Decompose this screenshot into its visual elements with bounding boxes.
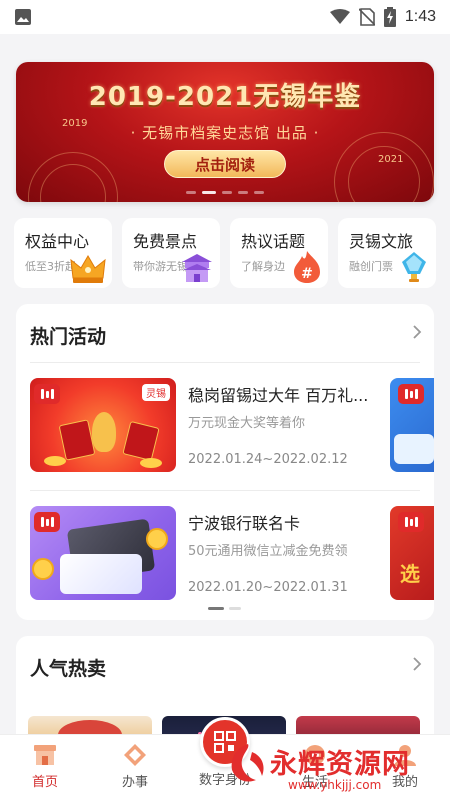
- activity-date-range: 2022.01.20~2022.01.31: [188, 580, 348, 595]
- svg-text:#: #: [301, 266, 313, 282]
- app-badge-icon: [398, 512, 424, 532]
- banner-dot[interactable]: [238, 191, 248, 194]
- red-envelope-icon: [58, 419, 96, 461]
- activity-card[interactable]: 宁波银行联名卡 50元通用微信立减金免费领 2022.01.20~2022.01…: [30, 506, 422, 602]
- activity-pagination: [208, 607, 241, 610]
- app-badge-icon: [34, 512, 60, 532]
- page-dot: [208, 607, 224, 610]
- read-now-button[interactable]: 点击阅读: [164, 150, 286, 178]
- activity-description: 50元通用微信立减金免费领: [188, 544, 348, 559]
- status-time: 1:43: [404, 8, 436, 25]
- banner-subtitle: · 无锡市档案史志馆 出品 ·: [130, 124, 320, 142]
- temple-icon: [180, 252, 214, 284]
- nav-home[interactable]: 首页: [0, 735, 90, 800]
- activity-card-peek[interactable]: 选: [390, 506, 434, 600]
- bank-card-icon: [60, 554, 142, 594]
- peek-text: 选: [400, 562, 420, 586]
- activity-title: 宁波银行联名卡: [188, 514, 301, 533]
- gold-ingot-icon: [140, 458, 162, 468]
- watermark-logo-icon: [226, 742, 270, 786]
- tiger-figure-icon: [92, 412, 116, 452]
- chevron-right-icon[interactable]: [412, 324, 422, 340]
- quick-link-title: 热议话题: [241, 232, 306, 251]
- activity-card-peek[interactable]: [390, 378, 434, 472]
- section-title: 热门活动: [30, 326, 107, 348]
- activity-card[interactable]: 灵锡 稳岗留锡过大年 百万礼... 万元现金大奖等着你 2022.01.24~2…: [30, 378, 422, 474]
- activity-thumbnail: [30, 506, 176, 600]
- quick-link-benefits[interactable]: 权益中心 低至3折起: [14, 218, 112, 288]
- chevron-right-icon[interactable]: [412, 656, 422, 672]
- banner-dot[interactable]: [202, 191, 216, 194]
- nav-label: 办事: [121, 775, 148, 790]
- quick-link-title: 免费景点: [133, 232, 198, 251]
- site-watermark: 永辉资源网 www.yhkjjj.com: [224, 740, 450, 800]
- divider: [30, 490, 420, 491]
- app-badge-icon: [34, 384, 60, 404]
- status-bar: 1:43: [0, 0, 450, 34]
- activity-title: 稳岗留锡过大年 百万礼...: [188, 386, 369, 405]
- red-envelope-icon: [122, 420, 160, 462]
- coin-icon: [146, 528, 168, 550]
- quick-link-title: 灵锡文旅: [349, 232, 414, 251]
- banner-dot[interactable]: [222, 191, 232, 194]
- divider: [30, 362, 420, 363]
- activity-description: 万元现金大奖等着你: [188, 416, 306, 431]
- nav-services[interactable]: 办事: [90, 735, 180, 800]
- home-shop-icon: [32, 743, 58, 767]
- crown-icon: [70, 254, 106, 284]
- section-title: 人气热卖: [30, 658, 107, 680]
- lantern-icon: [398, 250, 430, 284]
- quick-link-title: 权益中心: [25, 232, 90, 251]
- page-dot: [229, 607, 241, 610]
- banner-year-end: 2021: [378, 154, 404, 165]
- no-sim-icon: [358, 8, 375, 26]
- banner-dot[interactable]: [186, 191, 196, 194]
- app-badge-icon: [398, 384, 424, 404]
- banner-pagination: [16, 191, 434, 194]
- banner-title: 2019-2021无锡年鉴: [88, 82, 362, 112]
- watermark-url: www.yhkjjj.com: [288, 778, 382, 792]
- gold-ingot-icon: [44, 456, 66, 466]
- watermark-text: 永辉资源网: [270, 749, 410, 780]
- battery-charging-icon: [383, 7, 396, 27]
- hashtag-flame-icon: #: [292, 250, 322, 284]
- nav-label: 首页: [31, 775, 58, 790]
- thumb-brand: 灵锡: [142, 384, 170, 401]
- peek-image: [394, 434, 434, 464]
- activity-date-range: 2022.01.24~2022.02.12: [188, 452, 348, 467]
- quick-links: 权益中心 低至3折起 免费景点 带你游无锡 热议话题 了解身边 # 灵锡文旅 融…: [14, 218, 450, 288]
- quick-link-free-attractions[interactable]: 免费景点 带你游无锡: [122, 218, 220, 288]
- quick-link-hot-topics[interactable]: 热议话题 了解身边 #: [230, 218, 328, 288]
- diamond-task-icon: [122, 743, 148, 767]
- image-icon: [14, 8, 32, 26]
- yearbook-banner[interactable]: 2019-2021无锡年鉴 2019 · 无锡市档案史志馆 出品 · 2021 …: [16, 62, 434, 202]
- banner-dot[interactable]: [254, 191, 264, 194]
- coin-icon: [32, 558, 54, 580]
- wifi-icon: [329, 9, 350, 25]
- activity-thumbnail: 灵锡: [30, 378, 176, 472]
- quick-link-lingxi-tourism[interactable]: 灵锡文旅 融创门票: [338, 218, 436, 288]
- hot-activities-section: 热门活动 灵锡 稳岗留锡过大年 百万礼... 万元现金大奖等着你 2022.01…: [16, 304, 434, 620]
